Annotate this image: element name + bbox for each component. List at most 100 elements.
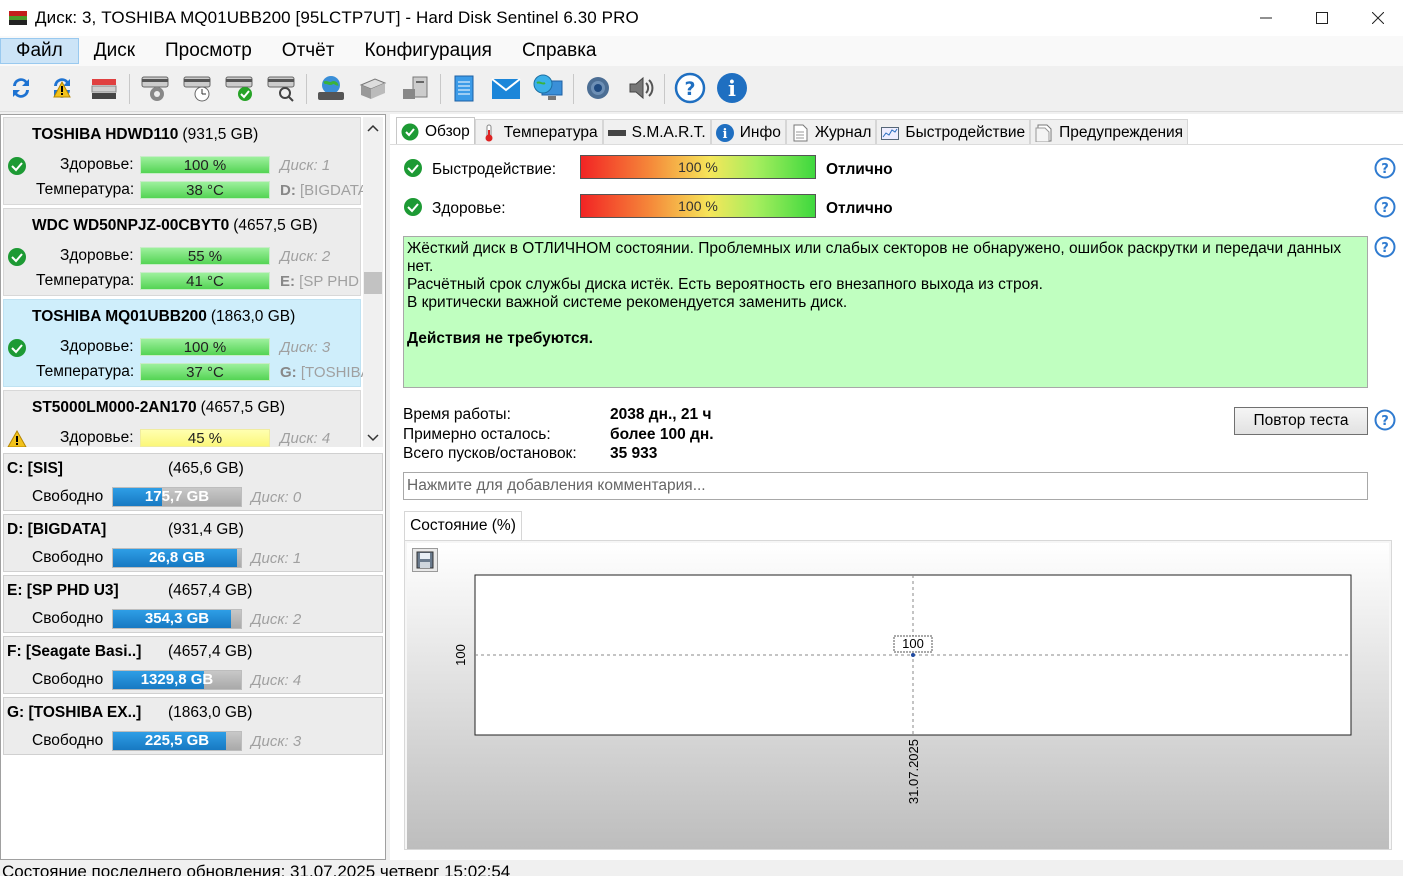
summary-help-icon[interactable]: ? xyxy=(1374,236,1396,258)
health-bar: 45 % xyxy=(140,429,270,447)
starts-value: 35 933 xyxy=(610,445,658,462)
menu-configuration[interactable]: Конфигурация xyxy=(349,38,507,64)
info-icon: i xyxy=(715,123,734,142)
settings-button[interactable] xyxy=(581,71,615,105)
drive-server-icon xyxy=(359,78,387,99)
svg-text:i: i xyxy=(728,76,736,101)
mail-button[interactable] xyxy=(489,71,523,105)
free-space-bar: 1329,8 GB xyxy=(112,670,242,690)
menu-file[interactable]: Файл xyxy=(0,38,79,64)
volume-card[interactable]: C: [SIS] (465,6 GB) Свободно 175,7 GB Диск: … xyxy=(3,453,383,511)
health-bar: 100 % xyxy=(140,338,270,356)
health-bar: 100 % xyxy=(140,156,270,174)
free-space-value: 175,7 GB xyxy=(144,488,210,505)
refresh-button[interactable] xyxy=(4,71,38,105)
disk-card[interactable]: WDC WD50NPJZ-00CBYT0 (4657,5 GB) Здоровье… xyxy=(3,208,363,296)
temperature-label: Температура: xyxy=(36,181,135,198)
notepad-button[interactable] xyxy=(447,71,481,105)
menu-help[interactable]: Справка xyxy=(507,38,612,64)
y-tick-label: 100 xyxy=(453,644,468,666)
help-button[interactable]: ? xyxy=(673,71,707,105)
thermometer-icon xyxy=(485,124,493,141)
disk-list-scrollbar[interactable] xyxy=(363,117,383,447)
drive-test-button[interactable] xyxy=(138,71,172,105)
drive-test-icon xyxy=(141,76,169,101)
maximize-button[interactable] xyxy=(1294,0,1350,36)
volume-size: (931,4 GB) xyxy=(168,521,244,538)
svg-text:?: ? xyxy=(1381,162,1389,177)
health-bar: 55 % xyxy=(140,247,270,265)
drive-search-button[interactable] xyxy=(264,71,298,105)
free-space-bar: 354,3 GB xyxy=(112,609,242,629)
drive-icon xyxy=(607,129,626,136)
volume-card[interactable]: F: [Seagate Basi..] (4657,4 GB) Свободно 13… xyxy=(3,636,383,694)
drive-globe-button[interactable] xyxy=(314,71,348,105)
volume-card[interactable]: E: [SP PHD U3] (4657,4 GB) Свободно 354,3 G… xyxy=(3,575,383,633)
drive-ok-button[interactable] xyxy=(222,71,256,105)
health-label: Здоровье: xyxy=(60,338,134,355)
chart-svg: 100 100 31.07.2025 xyxy=(453,574,1352,804)
tab-temperature[interactable]: Температура xyxy=(474,119,603,145)
disk-ref: Диск: 1 xyxy=(280,157,331,174)
status-ok-icon xyxy=(8,157,26,175)
menu-bar: Файл Диск Просмотр Отчёт Конфигурация Сп… xyxy=(0,36,1403,66)
tab-overview[interactable]: Обзор xyxy=(396,117,475,145)
volume-ref: D: [BIGDATA] xyxy=(280,182,363,199)
menu-report[interactable]: Отчёт xyxy=(267,38,350,64)
temperature-label: Температура: xyxy=(36,272,135,289)
disk-card[interactable]: ST5000LM000-2AN170 (4657,5 GB) Здоровье: … xyxy=(3,390,361,447)
retest-help-icon[interactable]: ? xyxy=(1374,409,1396,431)
retest-button[interactable]: Повтор теста xyxy=(1234,407,1368,435)
volume-size: (465,6 GB) xyxy=(168,460,244,477)
scroll-up-button[interactable] xyxy=(363,119,383,137)
starts-label: Всего пусков/остановок: xyxy=(403,445,577,462)
disk-card[interactable]: TOSHIBA HDWD110 (931,5 GB) Здоровье: 100 … xyxy=(3,117,363,205)
tab-log[interactable]: Журнал xyxy=(785,119,877,145)
disk-card-selected[interactable]: TOSHIBA MQ01UBB200 (1863,0 GB) Здоровье: … xyxy=(3,299,363,387)
free-space-label: Свободно xyxy=(32,488,104,505)
minimize-button[interactable] xyxy=(1238,0,1294,36)
about-button[interactable]: i xyxy=(715,71,749,105)
drive-ok-icon xyxy=(225,76,253,101)
menu-disk[interactable]: Диск xyxy=(79,38,150,64)
menu-view[interactable]: Просмотр xyxy=(150,38,267,64)
free-space-label: Свободно xyxy=(32,549,104,566)
drive-list-button[interactable] xyxy=(87,71,121,105)
network-monitor-button[interactable] xyxy=(531,71,565,105)
volume-card[interactable]: D: [BIGDATA] (931,4 GB) Свободно 26,8 GB Дис… xyxy=(3,514,383,572)
sound-button[interactable] xyxy=(623,71,657,105)
log-icon xyxy=(793,124,808,141)
scroll-thumb[interactable] xyxy=(364,272,382,294)
comment-input[interactable] xyxy=(403,472,1368,500)
summary-text: Жёсткий диск в ОТЛИЧНОМ состоянии. Пробл… xyxy=(403,236,1368,388)
data-label: 100 xyxy=(902,636,924,651)
tab-alerts[interactable]: Предупреждения xyxy=(1030,119,1189,145)
performance-label: Быстродействие: xyxy=(432,161,557,178)
drive-server-button[interactable] xyxy=(356,71,390,105)
chart-tab-health[interactable]: Состояние (%) xyxy=(404,511,522,541)
disk-name: TOSHIBA HDWD110 (931,5 GB) xyxy=(32,126,259,143)
drive-schedule-button[interactable] xyxy=(180,71,214,105)
performance-help-icon[interactable]: ? xyxy=(1374,157,1396,179)
volume-name: C: [SIS] xyxy=(7,460,63,477)
close-button[interactable] xyxy=(1350,0,1403,36)
tab-smart[interactable]: S.M.A.R.T. xyxy=(602,119,711,145)
tab-info[interactable]: i Инфо xyxy=(710,119,786,145)
volume-disk-ref: Диск: 4 xyxy=(251,672,302,689)
volume-card[interactable]: G: [TOSHIBA EX..] (1863,0 GB) Свободно 225,… xyxy=(3,697,383,755)
disk-list: TOSHIBA HDWD110 (931,5 GB) Здоровье: 100 … xyxy=(3,117,363,447)
tab-performance[interactable]: Быстродействие xyxy=(876,119,1031,145)
free-space-value: 26,8 GB xyxy=(149,549,205,566)
temperature-label: Температура: xyxy=(36,363,135,380)
remaining-value: более 100 дн. xyxy=(610,426,714,443)
volume-ref: G: [TOSHIBA EX..] xyxy=(280,364,363,381)
volume-disk-ref: Диск: 1 xyxy=(251,550,302,567)
drive-tools-button[interactable] xyxy=(398,71,432,105)
app-logo-icon xyxy=(9,11,27,25)
svg-text:?: ? xyxy=(1381,201,1389,216)
chart-save-button[interactable] xyxy=(412,548,438,572)
refresh-warning-button[interactable] xyxy=(45,71,79,105)
health-help-icon[interactable]: ? xyxy=(1374,196,1396,218)
scroll-down-button[interactable] xyxy=(363,429,383,447)
performance-bar: 100 % xyxy=(580,155,816,179)
